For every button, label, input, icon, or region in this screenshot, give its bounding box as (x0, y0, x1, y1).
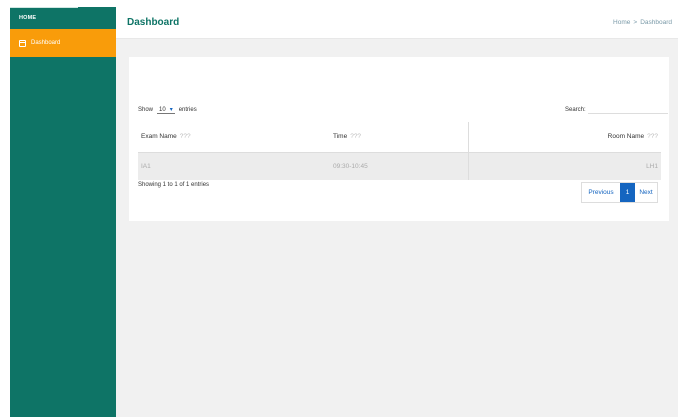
column-header-time[interactable]: Time??? (330, 122, 468, 153)
breadcrumb-home[interactable]: Home (613, 19, 630, 26)
sidebar-brand[interactable]: HOME (10, 7, 116, 29)
breadcrumb-separator: > (633, 19, 638, 26)
page-size-value: 10 (159, 106, 166, 113)
exam-table: Exam Name??? Time??? Room Name??? IA1 09… (138, 122, 661, 180)
sidebar-item-dashboard[interactable]: Dashboard (10, 29, 116, 57)
previous-button[interactable]: Previous (582, 183, 620, 202)
show-label: Show (138, 107, 154, 113)
search-box: Search: (565, 105, 668, 114)
calendar-icon (19, 39, 26, 47)
sort-icon: ??? (350, 133, 362, 141)
page-1-button[interactable]: 1 (620, 183, 635, 202)
cell-room-name: LH1 (467, 152, 661, 180)
table-info: Showing 1 to 1 of 1 entries (138, 182, 210, 188)
chevron-down-icon: ▾ (169, 107, 173, 113)
search-input[interactable] (587, 105, 668, 114)
exam-table-card: Show 10 ▾ entries Search: Exam Name??? T… (129, 57, 669, 221)
entries-label: entries (178, 107, 197, 113)
top-bar: Dashboard Home > Dashboard (116, 7, 678, 39)
sort-icon: ??? (179, 133, 191, 141)
breadcrumb: Home > Dashboard (613, 19, 672, 26)
search-label: Search: (565, 106, 586, 113)
table-controls: Show 10 ▾ entries Search: (138, 105, 669, 115)
page-size-select[interactable]: 10 ▾ (157, 106, 175, 114)
next-button[interactable]: Next (635, 183, 657, 202)
table-row[interactable]: IA1 09:30-10:45 LH1 (138, 152, 661, 180)
cell-exam-name: IA1 (138, 152, 330, 180)
cell-time: 09:30-10:45 (330, 152, 468, 180)
main-content: Dashboard Home > Dashboard Show 10 ▾ ent… (116, 7, 678, 417)
pagination: Previous 1 Next (581, 182, 658, 203)
table-header-row: Exam Name??? Time??? Room Name??? (138, 122, 661, 153)
sort-icon: ??? (647, 133, 658, 141)
sidebar-item-label: Dashboard (31, 40, 61, 46)
breadcrumb-current: Dashboard (640, 19, 672, 26)
column-header-room-name[interactable]: Room Name??? (467, 122, 661, 153)
sidebar: HOME Dashboard (10, 7, 116, 417)
page-title: Dashboard (127, 17, 180, 28)
column-header-exam-name[interactable]: Exam Name??? (138, 122, 330, 153)
